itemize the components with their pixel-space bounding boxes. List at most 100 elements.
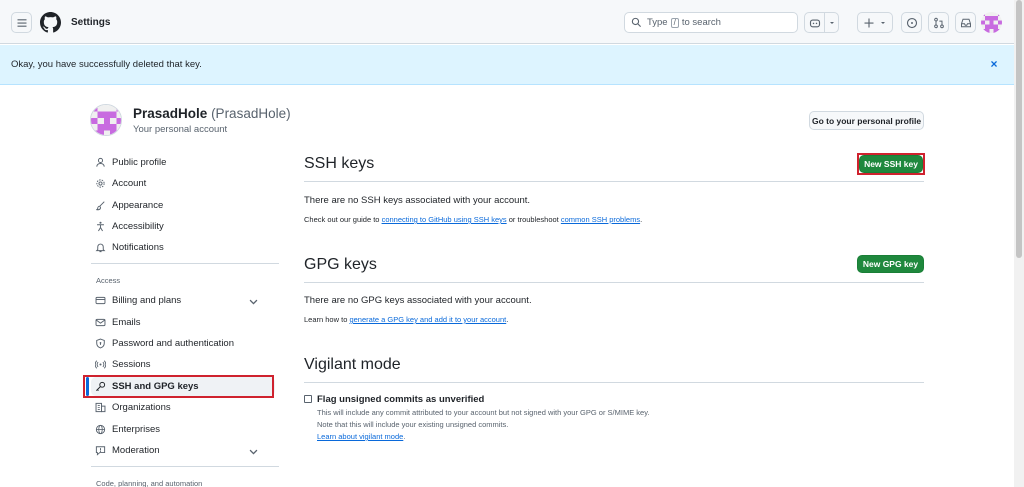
- sidebar-item-label: Accessibility: [112, 221, 164, 232]
- hamburger-icon: [17, 18, 26, 27]
- close-icon[interactable]: ×: [987, 57, 1001, 71]
- vigilant-desc-1: This will include any commit attributed …: [317, 408, 650, 417]
- copilot-dropdown-button[interactable]: [824, 12, 839, 33]
- sidebar-item-label: Billing and plans: [112, 295, 182, 306]
- sidebar-divider: [91, 263, 279, 264]
- ssh-guide-pre: Check out our guide to: [304, 215, 380, 224]
- sidebar-item-label: Public profile: [112, 157, 167, 168]
- search-placeholder-post: to search: [681, 17, 721, 28]
- page-title: Settings: [71, 17, 111, 28]
- identicon-avatar: [981, 12, 1002, 33]
- plus-icon: [864, 18, 874, 27]
- sidebar-item-label: Sessions: [112, 359, 151, 370]
- ssh-keys-heading: SSH keys: [304, 155, 375, 172]
- sidebar-item-label: Organizations: [112, 402, 171, 413]
- copilot-icon: [809, 18, 820, 27]
- user-avatar[interactable]: [981, 12, 1002, 33]
- accessibility-icon: [97, 221, 104, 232]
- gear-icon: [96, 179, 105, 188]
- profile-handle: (PrasadHole): [211, 106, 291, 121]
- sidebar-item-enterprises[interactable]: Enterprises: [91, 420, 275, 439]
- search-icon: [631, 17, 642, 28]
- sidebar-group-access: Access: [96, 276, 121, 285]
- sidebar-item-emails[interactable]: Emails: [91, 313, 275, 332]
- profile-subtitle: Your personal account: [133, 124, 228, 135]
- section-divider: [304, 382, 924, 383]
- inbox-icon: [960, 18, 971, 27]
- triangle-down-icon: [829, 21, 834, 24]
- github-logo-icon[interactable]: [40, 12, 61, 33]
- sidebar-item-appearance[interactable]: Appearance: [91, 196, 275, 215]
- flag-unsigned-checkbox[interactable]: [304, 395, 312, 403]
- sidebar-item-sessions[interactable]: Sessions: [91, 355, 275, 374]
- chevron-down-icon: [249, 299, 258, 305]
- gpg-learn-pre: Learn how to: [304, 315, 348, 324]
- organization-icon: [95, 402, 106, 413]
- gpg-keys-heading: GPG keys: [304, 256, 377, 273]
- sidebar-item-moderation[interactable]: Moderation: [91, 441, 275, 460]
- sidebar-item-label: Account: [112, 178, 147, 189]
- credit-card-icon: [95, 296, 106, 305]
- scrollbar-thumb[interactable]: [1016, 0, 1022, 258]
- gpg-generate-link[interactable]: generate a GPG key and add it to your ac…: [349, 315, 506, 324]
- vigilant-desc-2: Note that this will include your existin…: [317, 420, 509, 429]
- sidebar-item-label: Emails: [112, 317, 141, 328]
- search-shortcut-key: /: [670, 17, 679, 28]
- pull-requests-button[interactable]: [928, 12, 949, 33]
- issue-opened-icon: [906, 17, 917, 28]
- sidebar-divider: [91, 466, 279, 467]
- ssh-guide-text: Check out our guide to connecting to Git…: [304, 215, 642, 224]
- profile-display-name: PrasadHole: [133, 106, 208, 121]
- sidebar-item-public-profile[interactable]: Public profile: [91, 153, 275, 172]
- ssh-connect-link[interactable]: connecting to GitHub using SSH keys: [382, 215, 507, 224]
- report-icon: [95, 446, 106, 456]
- triangle-down-icon: [881, 21, 885, 24]
- gpg-learn-text: Learn how to generate a GPG key and add …: [304, 315, 508, 324]
- sidebar-item-organizations[interactable]: Organizations: [91, 398, 275, 417]
- profile-avatar: [90, 104, 122, 136]
- go-to-profile-button[interactable]: Go to your personal profile: [809, 111, 924, 130]
- bell-icon: [95, 243, 106, 253]
- vigilant-learn-link[interactable]: Learn about vigilant mode: [317, 432, 403, 441]
- vigilant-learn: Learn about vigilant mode.: [317, 432, 405, 441]
- git-pull-request-icon: [933, 17, 944, 28]
- person-icon: [96, 157, 105, 167]
- new-gpg-key-button[interactable]: New GPG key: [857, 255, 924, 273]
- mail-icon: [95, 318, 106, 327]
- flag-unsigned-label[interactable]: Flag unsigned commits as unverified: [317, 394, 484, 405]
- sidebar-item-label: Password and authentication: [112, 338, 234, 349]
- ssh-problems-link[interactable]: common SSH problems: [561, 215, 640, 224]
- sidebar-item-label: Moderation: [112, 445, 160, 456]
- identicon-avatar: [91, 105, 121, 135]
- flash-notice: Okay, you have successfully deleted that…: [0, 45, 1014, 85]
- vigilant-mode-heading: Vigilant mode: [304, 356, 401, 373]
- issues-button[interactable]: [901, 12, 922, 33]
- copilot-button[interactable]: [804, 12, 825, 33]
- globe-icon: [95, 424, 106, 435]
- vigilant-learn-end: .: [403, 432, 406, 441]
- sidebar-item-billing[interactable]: Billing and plans: [91, 291, 275, 310]
- gpg-learn-end: .: [506, 315, 509, 324]
- sidebar-item-notifications[interactable]: Notifications: [91, 238, 275, 257]
- sidebar-group-code: Code, planning, and automation: [96, 479, 203, 487]
- broadcast-icon: [95, 360, 106, 369]
- sidebar-item-accessibility[interactable]: Accessibility: [91, 217, 275, 236]
- search-input[interactable]: Type / to search: [624, 12, 798, 33]
- highlight-box-new-ssh: [857, 153, 925, 175]
- menu-button[interactable]: [11, 12, 32, 33]
- ssh-guide-end: .: [640, 215, 643, 224]
- profile-name: PrasadHole (PrasadHole): [133, 106, 291, 121]
- highlight-box-sidebar: [83, 375, 274, 398]
- sidebar-item-account[interactable]: Account: [91, 174, 275, 193]
- section-divider: [304, 181, 924, 182]
- search-placeholder-pre: Type: [647, 17, 668, 28]
- gpg-empty-message: There are no GPG keys associated with yo…: [304, 295, 532, 306]
- inbox-button[interactable]: [955, 12, 976, 33]
- sidebar-item-label: Notifications: [112, 242, 164, 253]
- create-new-button[interactable]: [857, 12, 893, 33]
- sidebar-item-label: Enterprises: [112, 424, 161, 435]
- shield-lock-icon: [96, 338, 105, 349]
- paintbrush-icon: [96, 201, 105, 211]
- section-divider: [304, 282, 924, 283]
- sidebar-item-password[interactable]: Password and authentication: [91, 334, 275, 353]
